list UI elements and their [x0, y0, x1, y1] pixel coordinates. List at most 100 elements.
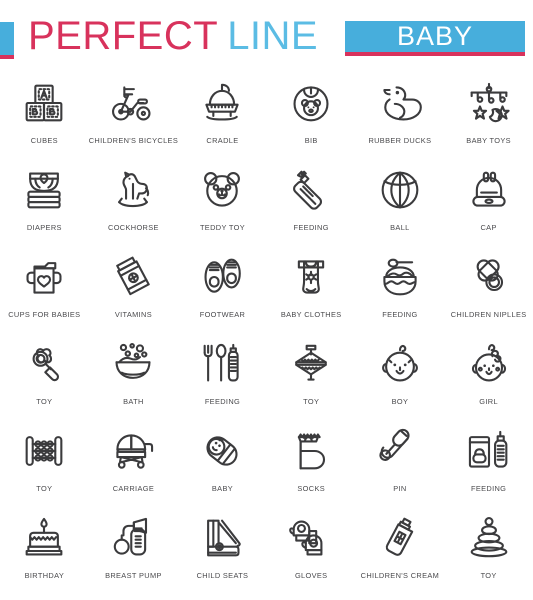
brand-line: LINE — [227, 14, 319, 58]
brand-perfect: PERFECT — [28, 14, 219, 58]
icon-cell[interactable]: GLOVES — [267, 505, 356, 592]
icon-label: BABY CLOTHES — [280, 310, 342, 319]
stacking-rings-icon — [460, 511, 518, 565]
icon-cell[interactable]: FEEDING — [267, 157, 356, 244]
icon-label: DIAPERS — [26, 223, 62, 232]
icon-label: CARRIAGE — [112, 484, 155, 493]
icon-cell[interactable]: CARRIAGE — [89, 418, 178, 505]
icon-cell[interactable]: DIAPERS — [0, 157, 89, 244]
icon-label: CHILDREN'S BICYCLES — [88, 136, 179, 145]
icon-label: CHILD SEATS — [196, 571, 249, 580]
icon-cell[interactable]: CUPS FOR BABIES — [0, 244, 89, 331]
icon-cell[interactable]: CHILD SEATS — [178, 505, 267, 592]
cradle-icon — [193, 76, 251, 130]
icon-cell[interactable]: TOY — [0, 331, 89, 418]
baby-booties-icon — [193, 250, 251, 304]
header: PERFECT LINE BABY — [0, 0, 533, 70]
icon-label: GLOVES — [294, 571, 328, 580]
icon-label: VITAMINS — [114, 310, 152, 319]
icon-cell[interactable]: COCKHORSE — [89, 157, 178, 244]
icon-label: FEEDING — [470, 484, 507, 493]
icon-label: FOOTWEAR — [199, 310, 246, 319]
rubber-duck-icon — [371, 76, 429, 130]
accent-bar-blue — [0, 22, 14, 55]
tricycle-icon — [104, 76, 162, 130]
icon-cell[interactable]: BALL — [356, 157, 445, 244]
icon-cell[interactable]: CHILDREN'S BICYCLES — [89, 70, 178, 157]
icon-cell[interactable]: BOY — [356, 331, 445, 418]
icon-label: TOY — [36, 397, 53, 406]
icon-cell[interactable]: SOCKS — [267, 418, 356, 505]
swaddled-baby-icon — [193, 424, 251, 478]
teddy-bear-face-icon — [193, 163, 251, 217]
icon-cell[interactable]: RUBBER DUCKS — [356, 70, 445, 157]
icon-label: FEEDING — [382, 310, 418, 319]
icon-cell[interactable]: BIRTHDAY — [0, 505, 89, 592]
icon-cell[interactable]: BABY CLOTHES — [267, 244, 356, 331]
fork-spoon-bottle-icon — [193, 337, 251, 391]
category-badge-underline — [345, 52, 525, 56]
icon-cell[interactable]: FOOTWEAR — [178, 244, 267, 331]
icon-label: CHILDREN'S CREAM — [360, 571, 440, 580]
icon-cell[interactable]: FEEDING — [178, 331, 267, 418]
icon-cell[interactable]: BABY — [178, 418, 267, 505]
icon-label: BIRTHDAY — [24, 571, 65, 580]
icon-cell[interactable]: BABY TOYS — [444, 70, 533, 157]
icon-cell[interactable]: CAP — [444, 157, 533, 244]
icon-label: CUPS FOR BABIES — [8, 310, 81, 319]
icon-cell[interactable]: BIB — [267, 70, 356, 157]
icon-cell[interactable]: CHILDREN NIPLLES — [444, 244, 533, 331]
icon-cell[interactable]: GIRL — [444, 331, 533, 418]
icon-label: TOY — [36, 484, 53, 493]
icon-label: TOY — [303, 397, 320, 406]
icon-cell[interactable]: TOY — [444, 505, 533, 592]
icon-cell[interactable]: TEDDY TOY — [178, 157, 267, 244]
icon-cell[interactable]: FEEDING — [444, 418, 533, 505]
icon-label: CAP — [480, 223, 497, 232]
icon-label: TEDDY TOY — [199, 223, 245, 232]
onesie-icon — [282, 250, 340, 304]
icon-label: BALL — [390, 223, 410, 232]
icon-cell[interactable]: FEEDING — [356, 244, 445, 331]
icon-label: CRADLE — [206, 136, 239, 145]
baby-bottle-tilted-icon — [282, 163, 340, 217]
icon-label: COCKHORSE — [108, 223, 159, 232]
icon-cell[interactable]: TOY — [267, 331, 356, 418]
icon-cell[interactable]: CUBES — [0, 70, 89, 157]
icon-cell[interactable]: BREAST PUMP — [89, 505, 178, 592]
pram-icon — [104, 424, 162, 478]
icon-cell[interactable]: CRADLE — [178, 70, 267, 157]
icon-label: BABY TOYS — [466, 136, 511, 145]
icon-label: RUBBER DUCKS — [368, 136, 432, 145]
icon-label: BATH — [123, 397, 144, 406]
icon-label: TOY — [480, 571, 497, 580]
category-badge-label: BABY — [396, 21, 474, 51]
icon-cell[interactable]: PIN — [356, 418, 445, 505]
icon-label: SOCKS — [297, 484, 325, 493]
icon-cell[interactable]: BATH — [89, 331, 178, 418]
icon-grid: CUBES CHILDREN'S BICYCLES CRADLE BIB RUB… — [0, 70, 533, 592]
alphabet-blocks-icon — [15, 76, 73, 130]
brand-wordmark: PERFECT LINE — [28, 14, 318, 59]
rattle-flower-icon — [15, 337, 73, 391]
icon-label: CUBES — [30, 136, 58, 145]
formula-box-bottle-icon — [460, 424, 518, 478]
baby-girl-face-icon — [460, 337, 518, 391]
category-badge: BABY — [345, 21, 525, 56]
pacifier-icon — [460, 250, 518, 304]
icon-cell[interactable]: CHILDREN'S CREAM — [356, 505, 445, 592]
beach-ball-icon — [371, 163, 429, 217]
safety-pin-icon — [371, 424, 429, 478]
sippy-cup-icon — [15, 250, 73, 304]
baby-boy-face-icon — [371, 337, 429, 391]
bunny-cap-icon — [460, 163, 518, 217]
icon-label: BOY — [391, 397, 409, 406]
icon-label: CHILDREN NIPLLES — [450, 310, 527, 319]
category-badge-body: BABY — [345, 21, 525, 52]
icon-cell[interactable]: TOY — [0, 418, 89, 505]
rocking-horse-icon — [104, 163, 162, 217]
poster-page: PERFECT LINE BABY CUBES CHILDREN'S BICYC… — [0, 0, 533, 600]
diaper-stack-icon — [15, 163, 73, 217]
icon-cell[interactable]: VITAMINS — [89, 244, 178, 331]
spinning-top-icon — [282, 337, 340, 391]
